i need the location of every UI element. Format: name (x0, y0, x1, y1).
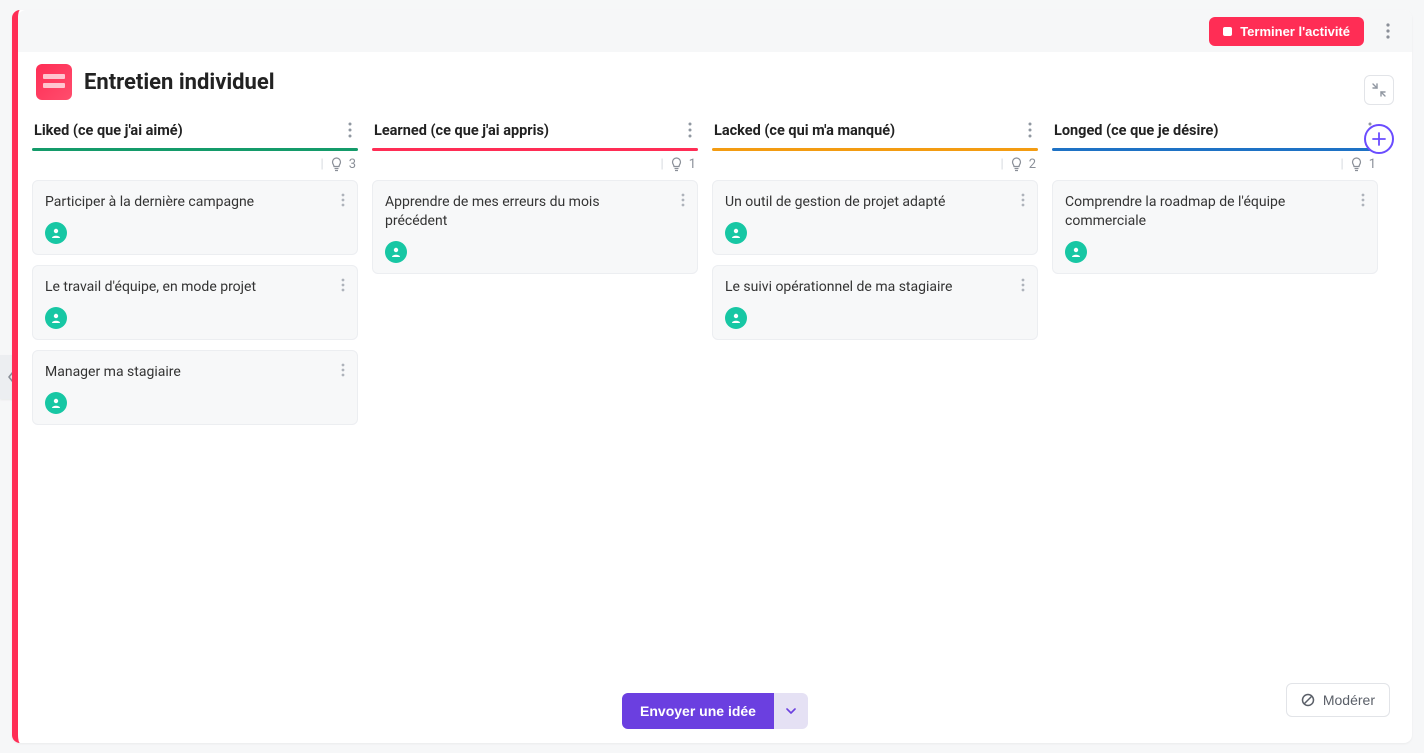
column-title: Longed (ce que je désire) (1054, 122, 1218, 139)
card-more-button[interactable] (677, 189, 689, 211)
column-title: Lacked (ce qui m'a manqué) (714, 122, 895, 139)
finish-activity-label: Terminer l'activité (1240, 24, 1350, 39)
avatar (385, 241, 407, 263)
stop-icon (1223, 27, 1232, 36)
more-vertical-icon (341, 193, 345, 207)
column-accent (372, 148, 698, 151)
card-more-button[interactable] (1017, 189, 1029, 211)
card-text: Le suivi opérationnel de ma stagiaire (725, 278, 1025, 297)
top-bar: Terminer l'activité (18, 10, 1412, 52)
column-title: Learned (ce que j'ai appris) (374, 122, 549, 139)
card-more-button[interactable] (337, 274, 349, 296)
collapse-button[interactable] (1364, 75, 1394, 105)
lightbulb-icon (330, 157, 343, 172)
column-accent (712, 148, 1038, 151)
column-count: 3 (349, 157, 356, 172)
card-text: Un outil de gestion de projet adapté (725, 193, 1025, 212)
page-title: Entretien individuel (84, 70, 275, 95)
title-bar: Entretien individuel (18, 52, 1412, 114)
avatar (45, 222, 67, 244)
avatar (725, 222, 747, 244)
card-more-button[interactable] (337, 189, 349, 211)
moderate-button[interactable]: Modérer (1286, 683, 1390, 717)
avatar (725, 307, 747, 329)
send-idea-button[interactable]: Envoyer une idée (622, 693, 774, 729)
card-more-button[interactable] (1357, 189, 1369, 211)
caret-down-icon (786, 708, 796, 714)
card[interactable]: Participer à la dernière campagne (32, 180, 358, 255)
avatar-icon (50, 312, 62, 324)
topbar-more-button[interactable] (1374, 17, 1402, 45)
more-vertical-icon (1021, 278, 1025, 292)
avatar-icon (730, 227, 742, 239)
column-accent (32, 148, 358, 151)
card-text: Apprendre de mes erreurs du mois précéde… (385, 193, 685, 231)
lightbulb-icon (1350, 157, 1363, 172)
card[interactable]: Le suivi opérationnel de ma stagiaire (712, 265, 1038, 340)
column-more-button[interactable] (684, 118, 696, 142)
column-count: 1 (1369, 157, 1376, 172)
card-more-button[interactable] (1017, 274, 1029, 296)
more-vertical-icon (1361, 193, 1365, 207)
avatar (45, 392, 67, 414)
card[interactable]: Un outil de gestion de projet adapté (712, 180, 1038, 255)
column-more-button[interactable] (1024, 118, 1036, 142)
card[interactable]: Le travail d'équipe, en mode projet (32, 265, 358, 340)
plus-icon (1372, 132, 1386, 146)
ban-icon (1301, 693, 1315, 707)
card-text: Comprendre la roadmap de l'équipe commer… (1065, 193, 1365, 231)
board: Liked (ce que j'ai aimé) | 3 Participer … (18, 114, 1412, 743)
card-more-button[interactable] (337, 359, 349, 381)
column-count: 2 (1029, 157, 1036, 172)
avatar-icon (50, 397, 62, 409)
card[interactable]: Apprendre de mes erreurs du mois précéde… (372, 180, 698, 274)
column-meta: | 1 (1052, 155, 1378, 180)
column-learned: Learned (ce que j'ai appris) | 1 Apprend… (372, 114, 698, 274)
avatar-icon (390, 246, 402, 258)
column-accent (1052, 148, 1378, 151)
send-idea-dropdown-button[interactable] (774, 693, 808, 729)
card[interactable]: Comprendre la roadmap de l'équipe commer… (1052, 180, 1378, 274)
activity-panel: Terminer l'activité Entretien individuel (12, 10, 1412, 743)
moderate-label: Modérer (1323, 692, 1375, 708)
column-longed: Longed (ce que je désire) | 1 Comprendre… (1052, 114, 1378, 274)
add-column-button[interactable] (1364, 124, 1394, 154)
column-more-button[interactable] (344, 118, 356, 142)
lightbulb-icon (670, 157, 683, 172)
send-idea-label: Envoyer une idée (640, 703, 756, 719)
avatar (45, 307, 67, 329)
column-lacked: Lacked (ce qui m'a manqué) | 2 Un outil … (712, 114, 1038, 340)
more-vertical-icon (341, 278, 345, 292)
finish-activity-button[interactable]: Terminer l'activité (1209, 17, 1364, 46)
activity-icon (36, 64, 72, 100)
more-vertical-icon (341, 363, 345, 377)
column-meta: | 2 (712, 155, 1038, 180)
lightbulb-icon (1010, 157, 1023, 172)
avatar-icon (50, 227, 62, 239)
compress-icon (1372, 83, 1386, 97)
column-meta: | 3 (32, 155, 358, 180)
more-vertical-icon (348, 122, 352, 138)
column-title: Liked (ce que j'ai aimé) (34, 122, 183, 139)
column-meta: | 1 (372, 155, 698, 180)
column-liked: Liked (ce que j'ai aimé) | 3 Participer … (32, 114, 358, 425)
card-text: Le travail d'équipe, en mode projet (45, 278, 345, 297)
avatar (1065, 241, 1087, 263)
more-vertical-icon (1021, 193, 1025, 207)
card[interactable]: Manager ma stagiaire (32, 350, 358, 425)
card-text: Manager ma stagiaire (45, 363, 345, 382)
more-vertical-icon (1028, 122, 1032, 138)
column-count: 1 (689, 157, 696, 172)
avatar-icon (730, 312, 742, 324)
card-text: Participer à la dernière campagne (45, 193, 345, 212)
more-vertical-icon (1386, 23, 1390, 39)
more-vertical-icon (688, 122, 692, 138)
more-vertical-icon (681, 193, 685, 207)
avatar-icon (1070, 246, 1082, 258)
